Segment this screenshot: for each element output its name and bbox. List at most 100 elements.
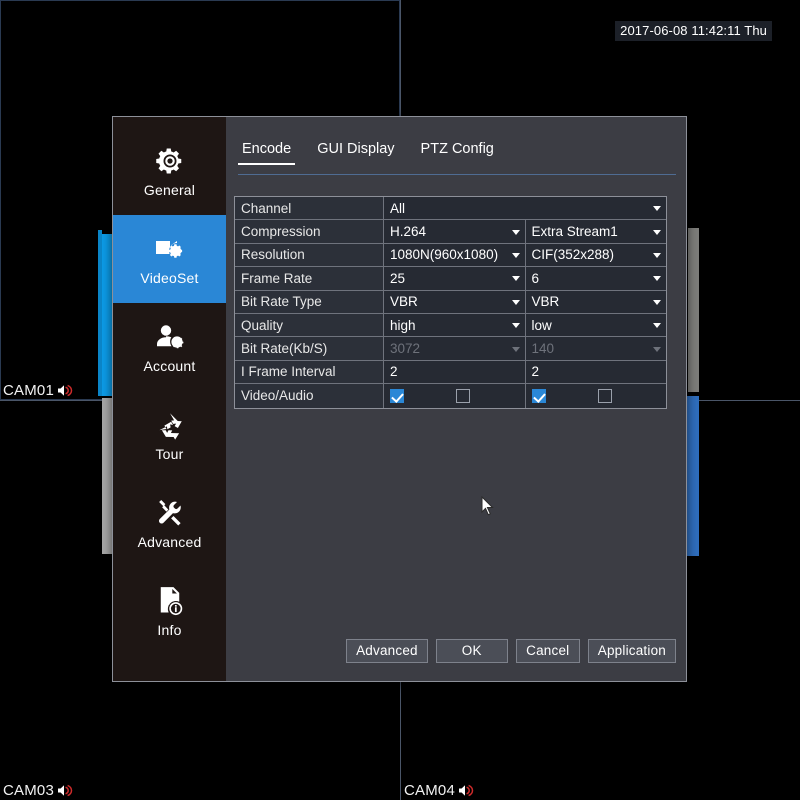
compression-main-value: H.264 <box>390 224 427 240</box>
camera-label-cam04: CAM04 <box>404 782 474 799</box>
frame-rate-extra-select[interactable]: 6 <box>524 267 666 290</box>
table-row-frame-rate: Frame Rate 25 6 <box>235 267 666 291</box>
chevron-down-icon <box>653 252 661 258</box>
frame-rate-main-select[interactable]: 25 <box>384 267 525 290</box>
tab-encode[interactable]: Encode <box>238 139 296 165</box>
extra-audio-checkbox[interactable] <box>597 388 612 403</box>
bit-rate-extra-value: 140 <box>531 341 555 357</box>
advanced-button[interactable]: Advanced <box>346 639 428 663</box>
dialog-sidebar: General VideoSet Account Tour Advanced I… <box>113 117 226 681</box>
chevron-down-icon <box>653 323 661 329</box>
table-row-channel: Channel All <box>235 197 666 221</box>
document-info-icon <box>153 585 187 617</box>
chevron-down-icon <box>511 276 520 282</box>
dialog-button-bar: Advanced OK Cancel Application <box>226 639 686 663</box>
sidebar-item-label: General <box>143 181 196 198</box>
sidebar-item-label: Advanced <box>137 533 202 550</box>
table-row-video-audio: Video/Audio <box>235 384 666 408</box>
i-frame-interval-extra-input[interactable]: 2 <box>524 360 666 384</box>
resolution-main-select[interactable]: 1080N(960x1080) <box>384 243 525 267</box>
main-video-checkbox[interactable] <box>390 388 404 403</box>
bit-rate-main-value: 3072 <box>390 341 421 357</box>
sidebar-item-label: VideoSet <box>140 269 199 286</box>
table-row-bit-rate-type: Bit Rate Type VBR VBR <box>235 290 666 314</box>
tab-underline <box>238 174 676 175</box>
chevron-down-icon <box>511 346 520 352</box>
osd-timestamp: 2017-06-08 11:42:11 Thu <box>615 21 772 41</box>
chevron-down-icon <box>653 346 661 352</box>
video-audio-extra-cell <box>524 384 666 408</box>
i-frame-interval-extra-value: 2 <box>531 364 540 380</box>
resolution-extra-select[interactable]: CIF(352x288) <box>524 243 666 267</box>
chevron-down-icon <box>511 229 520 235</box>
compression-extra-select[interactable]: Extra Stream1 <box>524 220 666 243</box>
tab-label: Encode <box>242 141 292 157</box>
camera-label-text: CAM03 <box>3 782 55 799</box>
dialog-content: Encode GUI Display PTZ Config Channel Al… <box>226 117 686 681</box>
resolution-main-value: 1080N(960x1080) <box>390 247 499 263</box>
chevron-down-icon <box>511 252 520 258</box>
chevron-down-icon <box>653 229 661 235</box>
tools-icon <box>153 497 187 529</box>
sidebar-item-tour[interactable]: Tour <box>113 391 226 479</box>
row-label: Compression <box>235 220 384 243</box>
i-frame-interval-main-input[interactable]: 2 <box>384 360 525 384</box>
bit-rate-type-extra-select[interactable]: VBR <box>524 290 666 313</box>
bit-rate-type-main-value: VBR <box>390 294 418 310</box>
speaker-mute-icon <box>57 784 73 797</box>
chevron-down-icon <box>653 206 661 212</box>
video-camera-gear-icon <box>153 233 187 265</box>
sidebar-item-advanced[interactable]: Advanced <box>113 479 226 567</box>
row-label: Video/Audio <box>235 384 384 408</box>
camera-label-text: CAM01 <box>3 382 55 399</box>
camera-label-text: CAM04 <box>404 782 456 799</box>
chevron-down-icon <box>511 323 520 329</box>
chevron-down-icon <box>653 276 661 282</box>
channel-select[interactable]: All <box>384 197 666 220</box>
frame-rate-extra-value: 6 <box>531 270 540 286</box>
bit-rate-main-select: 3072 <box>384 337 525 360</box>
sidebar-item-info[interactable]: Info <box>113 567 226 655</box>
tab-gui-display[interactable]: GUI Display <box>313 139 398 165</box>
table-row-resolution: Resolution 1080N(960x1080) CIF(352x288) <box>235 243 666 268</box>
tab-label: GUI Display <box>317 141 395 157</box>
row-label: Bit Rate(Kb/S) <box>235 337 384 360</box>
quality-extra-value: low <box>531 317 552 333</box>
row-label: Quality <box>235 313 384 337</box>
table-row-quality: Quality high low <box>235 313 666 338</box>
table-row-compression: Compression H.264 Extra Stream1 <box>235 220 666 244</box>
row-label: I Frame Interval <box>235 360 384 384</box>
sidebar-item-label: Info <box>157 621 182 638</box>
ok-button[interactable]: OK <box>435 639 508 663</box>
frame-rate-main-value: 25 <box>390 270 406 286</box>
camera-label-cam03: CAM03 <box>3 782 73 799</box>
recycle-icon <box>153 409 187 441</box>
right-blue-bar <box>686 396 699 556</box>
speaker-mute-icon <box>458 784 474 797</box>
quality-main-select[interactable]: high <box>384 313 525 337</box>
tab-ptz-config[interactable]: PTZ Config <box>417 139 498 165</box>
sidebar-item-videoset[interactable]: VideoSet <box>113 215 226 303</box>
application-button[interactable]: Application <box>587 639 676 663</box>
settings-dialog: General VideoSet Account Tour Advanced I… <box>112 116 687 682</box>
row-label: Channel <box>235 197 384 220</box>
table-row-bit-rate: Bit Rate(Kb/S) 3072 140 <box>235 337 666 361</box>
cancel-button[interactable]: Cancel <box>515 639 580 663</box>
compression-main-select[interactable]: H.264 <box>384 220 525 243</box>
video-audio-main-cell <box>384 384 525 408</box>
row-label: Bit Rate Type <box>235 290 384 313</box>
bit-rate-type-main-select[interactable]: VBR <box>384 290 525 313</box>
resolution-extra-value: CIF(352x288) <box>531 247 615 263</box>
sidebar-item-label: Tour <box>155 445 184 462</box>
gear-icon <box>153 145 187 177</box>
main-audio-checkbox[interactable] <box>456 388 470 403</box>
sidebar-item-account[interactable]: Account <box>113 303 226 391</box>
chevron-down-icon <box>653 299 661 305</box>
tab-bar: Encode GUI Display PTZ Config <box>226 139 686 175</box>
quality-main-value: high <box>390 317 416 333</box>
right-gray-bar <box>688 228 699 392</box>
extra-video-checkbox[interactable] <box>531 388 546 403</box>
sidebar-item-general[interactable]: General <box>113 127 226 215</box>
speaker-mute-icon <box>57 384 73 397</box>
quality-extra-select[interactable]: low <box>524 313 666 337</box>
